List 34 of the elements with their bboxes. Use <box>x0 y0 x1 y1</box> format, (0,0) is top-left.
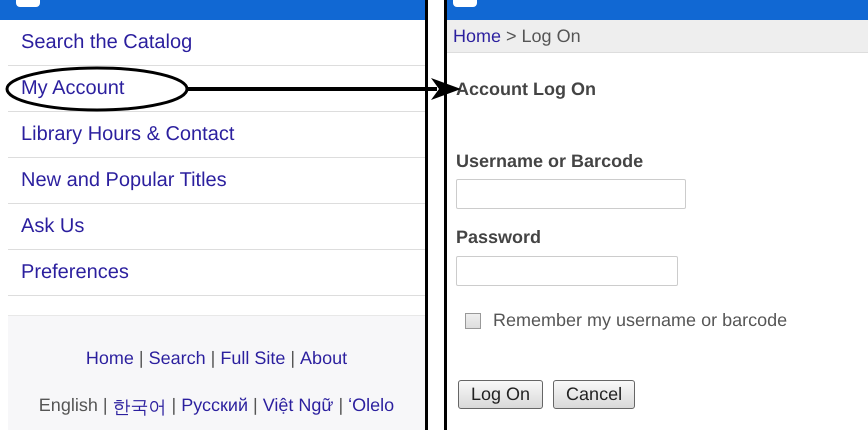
footer-link[interactable]: Full Site <box>220 348 286 369</box>
menu-item[interactable]: Search the Catalog <box>8 20 425 66</box>
footer-link[interactable]: Home <box>86 348 134 369</box>
menu-item[interactable]: Library Hours & Contact <box>8 112 425 158</box>
language-link[interactable]: Việt Ngữ <box>262 395 334 419</box>
link-separator: | <box>290 348 296 369</box>
footer-link[interactable]: About <box>300 348 348 369</box>
form-title: Account Log On <box>456 79 597 100</box>
breadcrumb-current: Log On <box>522 26 581 46</box>
field-label: Username or Barcode <box>456 151 644 172</box>
menu-item[interactable]: My Account <box>8 66 425 112</box>
breadcrumb-separator: > <box>506 26 517 46</box>
input-field[interactable] <box>456 256 678 286</box>
link-separator: | <box>253 395 258 417</box>
language-link[interactable]: 한국어 <box>112 395 167 419</box>
link-separator: | <box>338 395 344 417</box>
link-separator: | <box>172 395 176 417</box>
input-field[interactable] <box>456 179 686 209</box>
menu-item[interactable]: New and Popular Titles <box>8 158 425 204</box>
language-link[interactable]: ʻOlelo <box>348 395 394 419</box>
link-separator: | <box>102 395 108 417</box>
menu-item[interactable]: Preferences <box>8 250 425 296</box>
footer-link[interactable]: Search <box>148 348 206 369</box>
breadcrumb-link[interactable]: Home <box>453 26 502 46</box>
link-separator: | <box>210 348 216 369</box>
checkbox-label: Remember my username or barcode <box>493 310 788 331</box>
language-link[interactable]: English <box>38 395 98 419</box>
link-separator: | <box>138 348 144 369</box>
form-button[interactable]: Log On <box>458 380 544 409</box>
language-link[interactable]: Русский <box>181 395 248 419</box>
field-label: Password <box>456 227 542 248</box>
checkbox[interactable] <box>465 312 481 328</box>
menu-item[interactable]: Ask Us <box>8 204 425 250</box>
form-button[interactable]: Cancel <box>553 380 636 409</box>
